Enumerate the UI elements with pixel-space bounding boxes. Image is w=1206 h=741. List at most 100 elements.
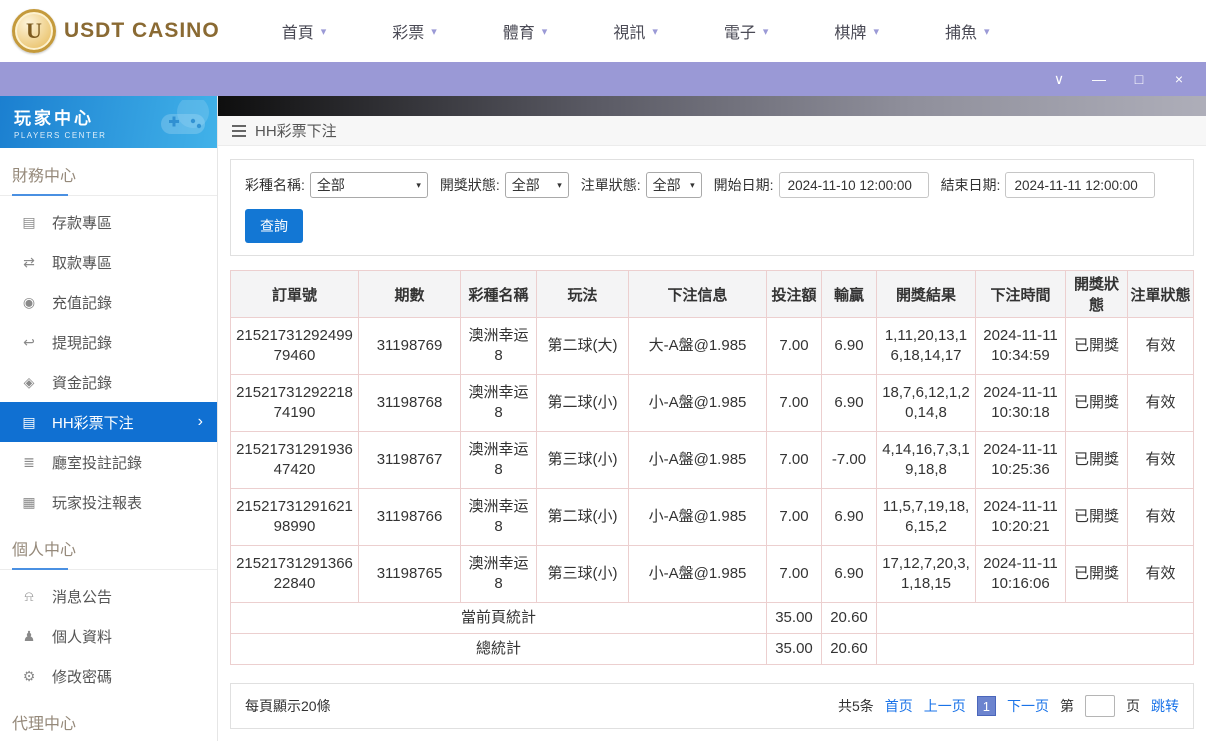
brand-name: USDT CASINO <box>64 19 220 42</box>
sidebar-item-label: 取款專區 <box>52 254 113 272</box>
column-header: 投注額 <box>766 270 822 318</box>
sidebar-item-label: 修改密碼 <box>52 668 113 686</box>
minimize-icon[interactable]: — <box>1086 72 1112 86</box>
sidebar-item-label: 資金記錄 <box>52 374 113 392</box>
start-date-label: 開始日期: <box>713 177 774 193</box>
gamepad-icon <box>161 100 209 134</box>
nav-item[interactable]: 體育 ▾ <box>503 19 548 43</box>
nav-item[interactable]: 捕魚 ▾ <box>945 19 990 43</box>
sidebar-section-header: 財務中心 <box>0 148 217 196</box>
nav-item[interactable]: 視訊 ▾ <box>613 19 658 43</box>
sidebar-item-label: 個人資料 <box>52 628 113 646</box>
jump-page-input[interactable] <box>1085 695 1115 717</box>
brand-logo[interactable]: U USDT CASINO <box>12 9 220 53</box>
order-status-cell: 有效 <box>1127 317 1194 375</box>
bet-info-cell: 小-A盤@1.985 <box>628 488 767 546</box>
table-body: 2152173129249979460 31198769 澳洲幸运8 第二球(大) 大-… <box>230 317 1194 665</box>
table-row: 2152173129136622840 31198765 澳洲幸运8 第三球(小) 小-… <box>230 545 1194 603</box>
column-header: 下注時間 <box>975 270 1066 318</box>
sidebar-item-hall-bet-record[interactable]: ≣ 廳室投註記錄 <box>0 442 217 482</box>
sidebar-item-notice[interactable]: ⍾ 消息公告 <box>0 576 217 616</box>
filter-panel: 彩種名稱: 全部 ▾ 開獎狀態: 全部 ▾ 注單狀態: 全部 ▾ 開始日期: 2… <box>230 159 1194 256</box>
maximize-icon[interactable]: □ <box>1126 72 1152 86</box>
end-date-label: 結束日期: <box>940 177 1001 193</box>
draw-status-label: 開獎狀態: <box>439 177 500 193</box>
draw-status-cell: 已開獎 <box>1065 317 1128 375</box>
nav-item[interactable]: 棋牌 ▾ <box>834 19 879 43</box>
sidebar-item-label: HH彩票下注 <box>52 414 134 432</box>
order-id-cell: 2152173129193647420 <box>230 431 359 489</box>
nav-item[interactable]: 首頁 ▾ <box>282 19 327 43</box>
period-cell: 31198766 <box>358 488 461 546</box>
current-page-indicator[interactable]: 1 <box>976 696 996 716</box>
bet-time-cell: 2024-11-11 10:34:59 <box>975 317 1066 375</box>
bet-info-cell: 小-A盤@1.985 <box>628 545 767 603</box>
order-id-cell: 2152173129221874190 <box>230 374 359 432</box>
column-header: 訂單號 <box>230 270 359 318</box>
sidebar-item-hh-lottery-bet[interactable]: ▤ HH彩票下注 › <box>0 402 217 442</box>
sidebar-item-profile[interactable]: ♟ 個人資料 <box>0 616 217 656</box>
nav-item-label: 捕魚 <box>944 25 977 42</box>
search-button[interactable]: 查詢 <box>245 209 303 243</box>
lottery-name-select[interactable]: 全部 ▾ <box>309 172 428 198</box>
order-status-select[interactable]: 全部 ▾ <box>645 172 702 198</box>
sidebar-item-withdrawal-record[interactable]: ↩ 提現記錄 <box>0 322 217 362</box>
play-method-cell: 第二球(小) <box>536 374 629 432</box>
lottery-name-cell: 澳洲幸运8 <box>460 488 537 546</box>
end-date-input[interactable] <box>1005 172 1156 198</box>
sidebar-item-withdraw[interactable]: ⇄ 取款專區 <box>0 242 217 282</box>
sidebar-item-label: 存款專區 <box>52 214 113 232</box>
chevron-down-icon: ▾ <box>652 25 658 38</box>
sidebar-item-recharge-record[interactable]: ◉ 充值記錄 <box>0 282 217 322</box>
chevron-down-icon: ▾ <box>983 25 990 38</box>
bet-time-cell: 2024-11-11 10:16:06 <box>975 545 1066 603</box>
draw-status-cell: 已開獎 <box>1065 488 1128 546</box>
nav-item-label: 體育 <box>502 25 535 42</box>
breadcrumb: HH彩票下注 <box>218 116 1206 146</box>
win-loss-cell: 6.90 <box>821 488 877 546</box>
sidebar-item-label: 充值記錄 <box>52 294 113 312</box>
order-status-label: 注單狀態: <box>580 177 641 193</box>
bet-amount-cell: 7.00 <box>766 488 822 546</box>
lottery-bet-list-icon: ▤ <box>22 413 36 430</box>
chevron-down-icon: ▾ <box>762 25 769 38</box>
sidebar-item-change-password[interactable]: ⚙ 修改密碼 <box>0 656 217 696</box>
draw-status-cell: 已開獎 <box>1065 545 1128 603</box>
usdt-coin-icon: U <box>12 9 56 53</box>
total-summary-row: 總統計 35.00 20.60 <box>230 633 1194 665</box>
bet-amount-cell: 7.00 <box>766 431 822 489</box>
top-shadow-band <box>218 96 1206 116</box>
draw-result-cell: 18,7,6,12,1,20,14,8 <box>876 374 976 432</box>
draw-result-cell: 4,14,16,7,3,19,18,8 <box>876 431 976 489</box>
order-status-cell: 有效 <box>1127 488 1194 546</box>
sidebar-item-player-bet-report[interactable]: ▦ 玩家投注報表 <box>0 482 217 522</box>
sidebar-item-deposit[interactable]: ▤ 存款專區 <box>0 202 217 242</box>
nav-item[interactable]: 彩票 ▾ <box>392 19 437 43</box>
nav-item[interactable]: 電子 ▾ <box>724 19 769 43</box>
jump-button[interactable]: 跳转 <box>1151 696 1179 716</box>
nav-item-label: 視訊 <box>613 25 646 42</box>
nav-item-label: 電子 <box>723 25 756 42</box>
draw-status-select[interactable]: 全部 ▾ <box>504 172 569 198</box>
nav-item-label: 彩票 <box>392 25 425 42</box>
chevron-down-icon[interactable]: ∨ <box>1046 72 1072 86</box>
report-chart-icon: ▦ <box>22 493 36 510</box>
close-icon[interactable]: × <box>1166 72 1192 86</box>
prev-page-link[interactable]: 上一页 <box>924 696 966 716</box>
chevron-down-icon: ▾ <box>416 179 421 190</box>
app-window: U USDT CASINO 首頁 ▾ 彩票 ▾ 體育 ▾ 視訊 ▾ 電子 ▾ 棋牌 ▾ 捕魚 ▾ ∨ — … <box>0 0 1206 741</box>
sidebar-item-funds-record[interactable]: ◈ 資金記錄 <box>0 362 217 402</box>
start-date-input[interactable] <box>778 172 929 198</box>
order-id-cell: 2152173129162198990 <box>230 488 359 546</box>
main-content: HH彩票下注 彩種名稱: 全部 ▾ 開獎狀態: 全部 ▾ 注單狀態: 全部 ▾ … <box>218 96 1206 741</box>
period-cell: 31198768 <box>358 374 461 432</box>
column-header: 玩法 <box>536 270 629 318</box>
summary-bet-amount-cell: 35.00 <box>766 633 822 665</box>
chevron-right-icon: › <box>197 413 203 430</box>
chevron-down-icon: ▾ <box>431 25 437 38</box>
page-size-text: 每頁顯示20條 <box>245 698 331 714</box>
first-page-link[interactable]: 首页 <box>885 696 913 716</box>
next-page-link[interactable]: 下一页 <box>1007 696 1049 716</box>
sidebar-item-label: 消息公告 <box>52 588 113 606</box>
hamburger-menu-icon[interactable] <box>232 124 246 137</box>
